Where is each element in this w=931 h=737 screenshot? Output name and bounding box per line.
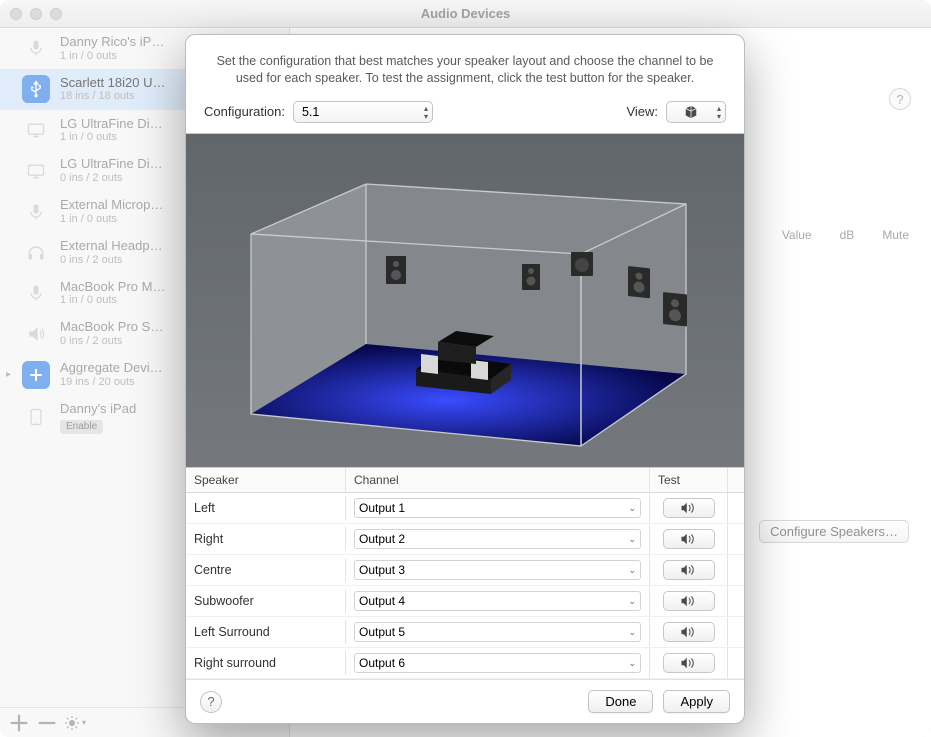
remove-device-button[interactable] [36, 712, 58, 734]
table-row: Left Surround Output 5 ⌄ [186, 617, 744, 648]
channel-value: Output 3 [359, 563, 405, 577]
updown-icon: ▴▾ [717, 105, 721, 121]
device-sub: 1 in / 0 outs [60, 294, 165, 307]
speaker-name: Right [186, 527, 346, 551]
apply-button[interactable]: Apply [663, 690, 730, 713]
help-button[interactable]: ? [889, 88, 911, 110]
th-channel: Channel [346, 468, 650, 492]
configuration-value: 5.1 [302, 105, 319, 119]
configuration-select[interactable]: 5.1 ▴▾ [293, 101, 433, 123]
channel-select[interactable]: Output 5 ⌄ [354, 622, 641, 642]
test-speaker-button[interactable] [663, 498, 715, 518]
chevron-down-icon: ⌄ [628, 596, 636, 607]
configure-speakers-sheet: Set the configuration that best matches … [185, 34, 745, 724]
column-headers: Value dB Mute [782, 228, 909, 242]
speaker-name: Right surround [186, 651, 346, 675]
device-sub: 1 in / 0 outs [60, 131, 163, 144]
room-3d-icon [226, 164, 706, 464]
chevron-down-icon: ⌄ [628, 565, 636, 576]
col-mute: Mute [882, 228, 909, 242]
room-visualization[interactable] [186, 133, 744, 468]
test-speaker-button[interactable] [663, 653, 715, 673]
window-title: Audio Devices [0, 6, 931, 21]
disclosure-icon[interactable]: ▸ [6, 369, 16, 380]
device-sub: 0 ins / 2 outs [60, 172, 163, 185]
table-row: Right Output 2 ⌄ [186, 524, 744, 555]
add-device-button[interactable] [8, 712, 30, 734]
mic-icon [22, 34, 50, 62]
col-value: Value [782, 228, 812, 242]
cube-icon [684, 105, 698, 119]
channel-select[interactable]: Output 3 ⌄ [354, 560, 641, 580]
usb-icon [22, 75, 50, 103]
device-name: Danny's iPad [60, 401, 136, 417]
sheet-help-button[interactable]: ? [200, 691, 222, 713]
view-select[interactable]: ▴▾ [666, 101, 726, 123]
channel-select[interactable]: Output 1 ⌄ [354, 498, 641, 518]
test-speaker-button[interactable] [663, 529, 715, 549]
device-name: MacBook Pro M… [60, 279, 165, 295]
configuration-label: Configuration: [204, 104, 285, 119]
display-icon [22, 157, 50, 185]
channel-value: Output 2 [359, 532, 405, 546]
headphones-icon [22, 238, 50, 266]
device-sub: 0 ins / 2 outs [60, 335, 163, 348]
device-name: External Microp… [60, 197, 163, 213]
channel-select[interactable]: Output 4 ⌄ [354, 591, 641, 611]
mic-icon [22, 279, 50, 307]
configure-speakers-button[interactable]: Configure Speakers… [759, 520, 909, 543]
test-speaker-button[interactable] [663, 560, 715, 580]
channel-value: Output 5 [359, 625, 405, 639]
sheet-description: Set the configuration that best matches … [186, 35, 744, 97]
chevron-down-icon: ⌄ [628, 627, 636, 638]
device-name: Aggregate Devi… [60, 360, 163, 376]
speaker-table: Speaker Channel Test Left Output 1 ⌄ Rig… [186, 468, 744, 679]
channel-value: Output 1 [359, 501, 405, 515]
device-sub: 19 ins / 20 outs [60, 376, 163, 389]
device-name: LG UltraFine Di… [60, 156, 163, 172]
mic-icon [22, 198, 50, 226]
enable-badge[interactable]: Enable [60, 420, 103, 434]
channel-select[interactable]: Output 2 ⌄ [354, 529, 641, 549]
th-test: Test [650, 468, 728, 492]
table-row: Subwoofer Output 4 ⌄ [186, 586, 744, 617]
device-name: MacBook Pro S… [60, 319, 163, 335]
action-menu-button[interactable]: ▾ [64, 712, 86, 734]
device-name: LG UltraFine Di… [60, 116, 163, 132]
chevron-down-icon: ⌄ [628, 503, 636, 514]
channel-value: Output 4 [359, 594, 405, 608]
test-speaker-button[interactable] [663, 591, 715, 611]
speaker-name: Subwoofer [186, 589, 346, 613]
updown-icon: ▴▾ [424, 105, 428, 121]
table-row: Left Output 1 ⌄ [186, 493, 744, 524]
th-speaker: Speaker [186, 468, 346, 492]
device-sub: 1 in / 0 outs [60, 50, 164, 63]
plus-icon [22, 361, 50, 389]
speaker-name: Centre [186, 558, 346, 582]
speaker-name: Left Surround [186, 620, 346, 644]
speaker-icon [22, 320, 50, 348]
done-button[interactable]: Done [588, 690, 653, 713]
test-speaker-button[interactable] [663, 622, 715, 642]
ipad-icon [22, 403, 50, 431]
device-sub: 1 in / 0 outs [60, 213, 163, 226]
device-sub: 18 ins / 18 outs [60, 90, 166, 103]
device-name: External Headp… [60, 238, 163, 254]
col-db: dB [840, 228, 855, 242]
channel-select[interactable]: Output 6 ⌄ [354, 653, 641, 673]
table-row: Right surround Output 6 ⌄ [186, 648, 744, 679]
table-row: Centre Output 3 ⌄ [186, 555, 744, 586]
chevron-down-icon: ⌄ [628, 658, 636, 669]
titlebar: Audio Devices [0, 0, 931, 28]
channel-value: Output 6 [359, 656, 405, 670]
device-name: Danny Rico's iP… [60, 34, 164, 50]
display-icon [22, 116, 50, 144]
device-sub: 0 ins / 2 outs [60, 254, 163, 267]
view-label: View: [626, 104, 658, 119]
speaker-name: Left [186, 496, 346, 520]
chevron-down-icon: ⌄ [628, 534, 636, 545]
device-name: Scarlett 18i20 U… [60, 75, 166, 91]
